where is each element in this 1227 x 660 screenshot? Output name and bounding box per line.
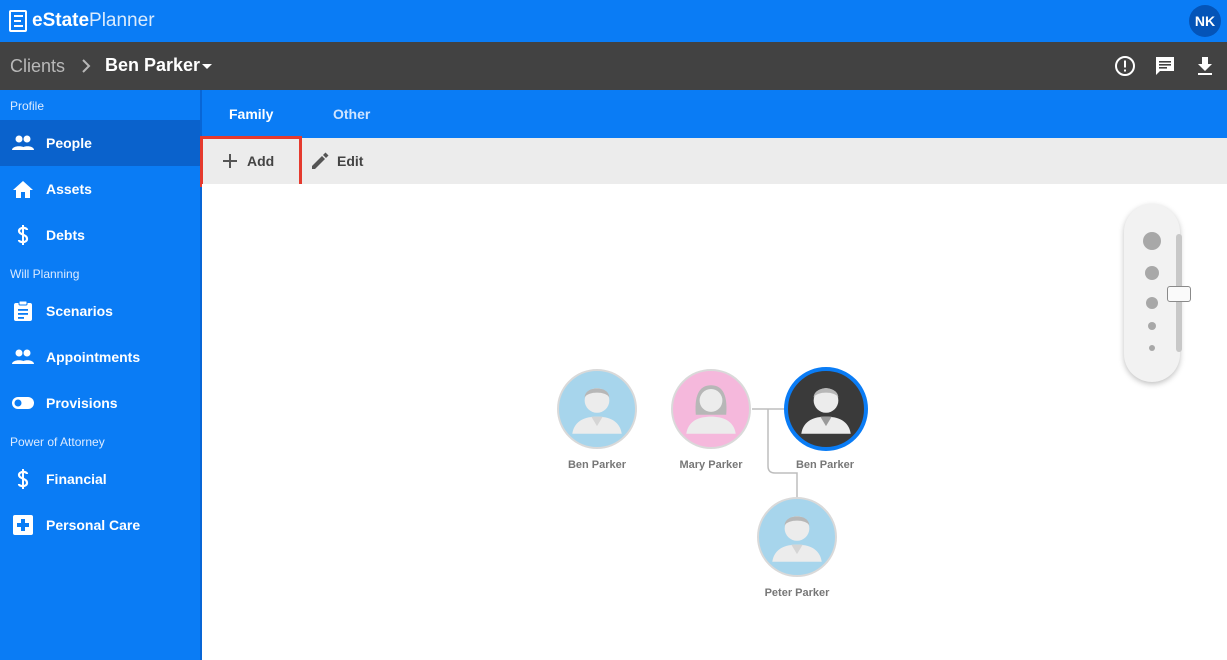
person-name: Mary Parker xyxy=(679,459,743,471)
zoom-level-dot[interactable] xyxy=(1149,345,1155,351)
person-node-mary-parker[interactable] xyxy=(671,369,751,449)
family-tree-connectors xyxy=(752,408,798,497)
zoom-control xyxy=(1124,204,1191,382)
zoom-slider-handle[interactable] xyxy=(1167,286,1191,302)
person-node-ben-parker[interactable] xyxy=(557,369,637,449)
person-name: Ben Parker xyxy=(795,459,855,471)
female-avatar-icon xyxy=(686,385,736,434)
male-avatar-icon xyxy=(801,388,851,434)
person-name: Ben Parker xyxy=(567,459,627,471)
zoom-level-dot[interactable] xyxy=(1146,297,1158,309)
male-avatar-icon xyxy=(772,516,822,562)
zoom-level-dot[interactable] xyxy=(1148,322,1156,330)
person-node-ben-parker-selected[interactable] xyxy=(784,367,868,451)
zoom-level-dot[interactable] xyxy=(1143,232,1161,250)
zoom-level-dot[interactable] xyxy=(1145,266,1159,280)
person-node-peter-parker[interactable] xyxy=(757,497,837,577)
person-name: Peter Parker xyxy=(764,587,830,599)
male-avatar-icon xyxy=(572,388,622,434)
